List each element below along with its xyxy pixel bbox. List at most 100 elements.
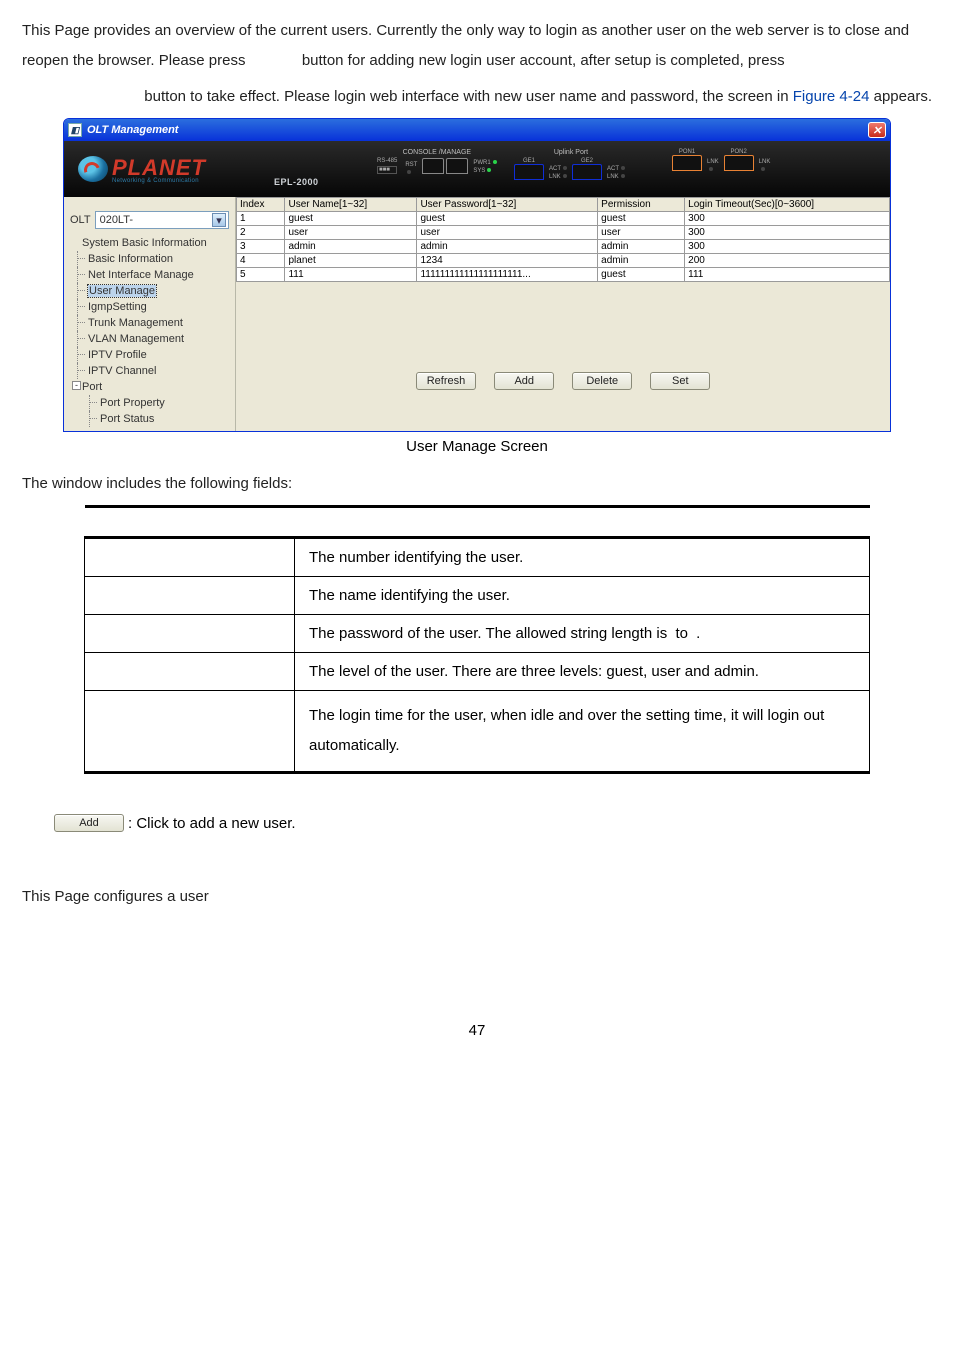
- desc-field-name: [85, 577, 295, 615]
- table-cell: 300: [685, 212, 890, 226]
- ge2-slot: [572, 164, 602, 180]
- pwr1-label: PWR1: [473, 160, 490, 166]
- fields-intro: The window includes the following fields…: [22, 469, 932, 499]
- window-titlebar: ◧ OLT Management ✕: [64, 119, 890, 141]
- sidebar: OLT 020LT- ▾ System Basic InformationBas…: [64, 197, 236, 431]
- table-cell: admin: [598, 254, 685, 268]
- tree-item-user-manage[interactable]: User Manage: [68, 283, 233, 299]
- user-table: IndexUser Name[1~32]User Password[1~32]P…: [236, 197, 890, 282]
- table-cell: 1234: [417, 254, 598, 268]
- pon1-slot: [672, 155, 702, 171]
- col-header: Index: [237, 198, 285, 212]
- table-cell: 200: [685, 254, 890, 268]
- brand-logo: PLANET Networking & Communication: [78, 155, 206, 184]
- desc-field-name: [85, 538, 295, 577]
- figure-reference[interactable]: Figure 4-24: [793, 88, 870, 105]
- desc-field-desc: The login time for the user, when idle a…: [295, 691, 870, 773]
- table-cell: admin: [598, 240, 685, 254]
- col-header: User Name[1~32]: [285, 198, 417, 212]
- table-cell: user: [598, 226, 685, 240]
- tree-item-vlan-management[interactable]: VLAN Management: [68, 331, 233, 347]
- table-row[interactable]: 4planet1234admin200: [237, 254, 890, 268]
- rs485-label: RS-485 ■■■: [377, 158, 397, 174]
- intro-text-3: button to take effect. Please login web …: [144, 88, 792, 105]
- tree-root[interactable]: System Basic Information: [68, 235, 233, 251]
- logo-mark: [78, 156, 108, 182]
- desc-row: The password of the user. The allowed st…: [85, 615, 870, 653]
- add-button-example: Add : Click to add a new user.: [54, 814, 932, 832]
- add-button-example-btn[interactable]: Add: [54, 814, 124, 832]
- action-button-row: Refresh Add Delete Set: [236, 282, 890, 400]
- pon-port-group: PON1 LNK PON2 LNK: [672, 149, 773, 171]
- table-cell: 300: [685, 240, 890, 254]
- tree-item-iptv-profile[interactable]: IPTV Profile: [68, 347, 233, 363]
- set-button[interactable]: Set: [650, 372, 710, 390]
- desc-row: The level of the user. There are three l…: [85, 653, 870, 691]
- sys-label: SYS: [473, 168, 485, 174]
- table-cell: 111111111111111111111...: [417, 268, 598, 282]
- footer-text: This Page configures a user: [22, 882, 932, 912]
- desc-field-desc: The name identifying the user.: [295, 577, 870, 615]
- table-cell: planet: [285, 254, 417, 268]
- console-port-group: CONSOLE /MANAGE RS-485 ■■■ RST PWR1 SYS: [374, 149, 500, 174]
- table-row[interactable]: 1guestguestguest300: [237, 212, 890, 226]
- table-cell: user: [417, 226, 598, 240]
- desc-row: The name identifying the user.: [85, 577, 870, 615]
- table-cell: 111: [685, 268, 890, 282]
- device-banner: PLANET Networking & Communication EPL-20…: [64, 141, 890, 197]
- close-icon: ✕: [872, 124, 881, 137]
- logo-text: PLANET: [112, 155, 206, 180]
- console-slot-1: [422, 158, 444, 174]
- field-description-table: The number identifying the user.The name…: [84, 505, 870, 774]
- ge1-slot: [514, 164, 544, 180]
- col-header: Login Timeout(Sec)[0~3600]: [685, 198, 890, 212]
- intro-text-2: button for adding new login user account…: [302, 52, 785, 69]
- table-row[interactable]: 5111111111111111111111111...guest111: [237, 268, 890, 282]
- tree-item-igmpsetting[interactable]: IgmpSetting: [68, 299, 233, 315]
- tree-item-iptv-channel[interactable]: IPTV Channel: [68, 363, 233, 379]
- table-row[interactable]: 2useruseruser300: [237, 226, 890, 240]
- tree-item-port-property[interactable]: Port Property: [68, 395, 233, 411]
- add-button[interactable]: Add: [494, 372, 554, 390]
- tree-port[interactable]: -Port: [68, 379, 233, 395]
- table-cell: guest: [417, 212, 598, 226]
- olt-combobox[interactable]: 020LT- ▾: [95, 211, 229, 229]
- table-cell: 5: [237, 268, 285, 282]
- intro-text-4: appears.: [874, 88, 932, 105]
- desc-field-desc: The number identifying the user.: [295, 538, 870, 577]
- app-window: ◧ OLT Management ✕ PLANET Networking & C…: [63, 118, 891, 432]
- close-button[interactable]: ✕: [868, 122, 886, 138]
- table-cell: admin: [417, 240, 598, 254]
- desc-field-desc: The password of the user. The allowed st…: [295, 615, 870, 653]
- pon2-slot: [724, 155, 754, 171]
- delete-button[interactable]: Delete: [572, 372, 632, 390]
- tree-item-trunk-management[interactable]: Trunk Management: [68, 315, 233, 331]
- table-cell: 2: [237, 226, 285, 240]
- table-cell: user: [285, 226, 417, 240]
- table-cell: guest: [285, 212, 417, 226]
- lnk-label-2: LNK: [607, 174, 619, 180]
- rst-label: RST: [405, 162, 417, 174]
- desc-field-name: [85, 615, 295, 653]
- tree-item-basic-information[interactable]: Basic Information: [68, 251, 233, 267]
- console-label: CONSOLE /MANAGE: [403, 149, 471, 156]
- table-cell: 111: [285, 268, 417, 282]
- add-button-example-text: : Click to add a new user.: [128, 815, 296, 832]
- page-number: 47: [22, 1022, 932, 1039]
- table-cell: 3: [237, 240, 285, 254]
- olt-selector: OLT 020LT- ▾: [70, 211, 229, 229]
- tree-item-net-interface-manage[interactable]: Net Interface Manage: [68, 267, 233, 283]
- app-icon: ◧: [68, 123, 82, 137]
- refresh-button[interactable]: Refresh: [416, 372, 477, 390]
- tree-item-port-status[interactable]: Port Status: [68, 411, 233, 427]
- table-cell: guest: [598, 268, 685, 282]
- uplink-port-group: Uplink Port GE1 ACT LNK GE2 ACT LNK: [514, 149, 628, 180]
- table-cell: admin: [285, 240, 417, 254]
- act-label-2: ACT: [607, 166, 619, 172]
- chevron-down-icon: ▾: [212, 213, 226, 227]
- table-row[interactable]: 3adminadminadmin300: [237, 240, 890, 254]
- olt-value: 020LT-: [100, 214, 133, 226]
- desc-row: The number identifying the user.: [85, 538, 870, 577]
- logo-subtext: Networking & Communication: [112, 178, 206, 184]
- model-label: EPL-2000: [274, 177, 319, 187]
